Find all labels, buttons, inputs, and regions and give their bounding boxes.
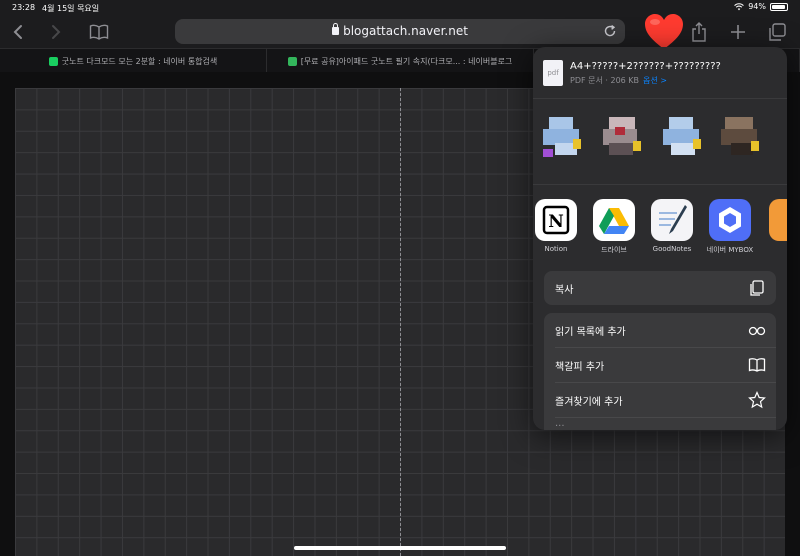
open-book-icon — [89, 24, 109, 40]
action-label: 즐겨찾기에 추가 — [555, 396, 623, 408]
actions-group: 읽기 목록에 추가 책갈피 추가 즐겨찾기에 추가 ... — [544, 313, 776, 430]
app-label: 도 — [761, 245, 787, 255]
action-label: 복사 — [555, 284, 574, 296]
pdf-file-icon: pdf — [543, 60, 563, 86]
status-date: 4월 15일 목요일 — [42, 4, 100, 13]
add-favorites-action[interactable]: 즐겨찾기에 추가 — [544, 383, 776, 417]
contact-avatar[interactable] — [717, 113, 765, 161]
app-naver-mybox[interactable]: 네이버 MYBOX — [703, 199, 757, 255]
share-header: pdf A4+?????+2??????+????????? PDF 문서 · … — [533, 47, 787, 99]
url-text: blogattach.naver.net — [343, 24, 468, 38]
app-label: Notion — [544, 245, 568, 253]
add-reading-list-action[interactable]: 읽기 목록에 추가 — [544, 313, 776, 347]
file-meta: PDF 문서 · 206 KB 옵션 > — [570, 75, 667, 86]
new-tab-button[interactable] — [726, 20, 750, 44]
partial-action[interactable]: ... — [544, 418, 776, 430]
wifi-icon — [734, 2, 745, 10]
action-label: ... — [555, 418, 565, 429]
chevron-right-icon — [52, 25, 61, 39]
battery-percent: 94% — [748, 2, 766, 11]
forward-button[interactable] — [44, 20, 68, 44]
goodnotes-icon — [651, 199, 693, 241]
tab-label: [무료 공유]아이패드 굿노트 필기 속지(다크모... : 네이버블로그 — [300, 56, 513, 66]
chevron-left-icon — [13, 25, 22, 39]
bookmarks-button[interactable] — [87, 20, 111, 44]
lock-icon — [332, 23, 340, 35]
back-button[interactable] — [6, 20, 30, 44]
app-notion[interactable]: N Notion — [533, 199, 583, 253]
share-button[interactable] — [687, 20, 711, 44]
naver-mybox-icon — [709, 199, 751, 241]
plus-icon — [731, 25, 745, 39]
svg-text:N: N — [548, 212, 564, 232]
naver-favicon-icon — [48, 56, 58, 66]
app-label: 네이버 MYBOX — [706, 246, 754, 254]
address-text-wrap: blogattach.naver.net — [175, 23, 625, 38]
app-partial[interactable]: 도 — [761, 199, 787, 255]
tabs-icon — [769, 23, 786, 41]
app-goodnotes[interactable]: GoodNotes — [645, 199, 699, 253]
notion-icon: N — [535, 199, 577, 241]
app-google-drive[interactable]: 드라이브 — [587, 199, 641, 255]
file-type: PDF 문서 · 206 KB — [570, 76, 640, 85]
star-icon — [748, 391, 766, 409]
heart-icon — [645, 14, 683, 49]
address-bar[interactable]: blogattach.naver.net — [175, 19, 625, 44]
contacts-row — [533, 99, 787, 185]
status-indicators: 94% — [734, 2, 788, 11]
copy-group: 복사 — [544, 271, 776, 305]
tab-naver-blog[interactable]: [무료 공유]아이패드 굿노트 필기 속지(다크모... : 네이버블로그 — [267, 49, 534, 73]
add-bookmark-action[interactable]: 책갈피 추가 — [544, 348, 776, 382]
apps-row: N Notion 드라이브 GoodNotes 네이버 MYBOX 도 — [533, 185, 787, 265]
tab-naver-search[interactable]: 굿노트 다크모드 모는 2분할 : 네이버 통합검색 — [0, 49, 267, 73]
status-time: 23:28 — [12, 3, 36, 12]
app-label: 드라이브 — [601, 246, 627, 254]
reload-icon[interactable] — [603, 24, 617, 38]
tab-label: 굿노트 다크모드 모는 2분할 : 네이버 통합검색 — [61, 56, 218, 66]
contact-avatar[interactable] — [599, 113, 647, 161]
page-divider — [400, 88, 401, 556]
home-indicator — [294, 546, 506, 550]
google-drive-icon — [593, 199, 635, 241]
options-link[interactable]: 옵션 > — [643, 76, 667, 85]
action-label: 책갈피 추가 — [555, 361, 605, 373]
contact-avatar[interactable] — [659, 113, 707, 161]
copy-icon — [750, 280, 764, 296]
share-icon — [692, 22, 706, 42]
open-book-icon — [748, 358, 766, 372]
battery-icon — [770, 2, 788, 11]
glasses-icon — [748, 326, 766, 336]
partial-app-icon — [769, 199, 787, 241]
copy-action[interactable]: 복사 — [544, 271, 776, 305]
share-sheet: pdf A4+?????+2??????+????????? PDF 문서 · … — [533, 47, 787, 430]
action-label: 읽기 목록에 추가 — [555, 326, 626, 338]
file-title: A4+?????+2??????+????????? — [570, 61, 721, 72]
tab-overview-button[interactable] — [765, 20, 789, 44]
app-label: GoodNotes — [652, 245, 692, 253]
naver-blog-favicon-icon — [287, 56, 297, 66]
contact-avatar[interactable] — [539, 113, 587, 161]
